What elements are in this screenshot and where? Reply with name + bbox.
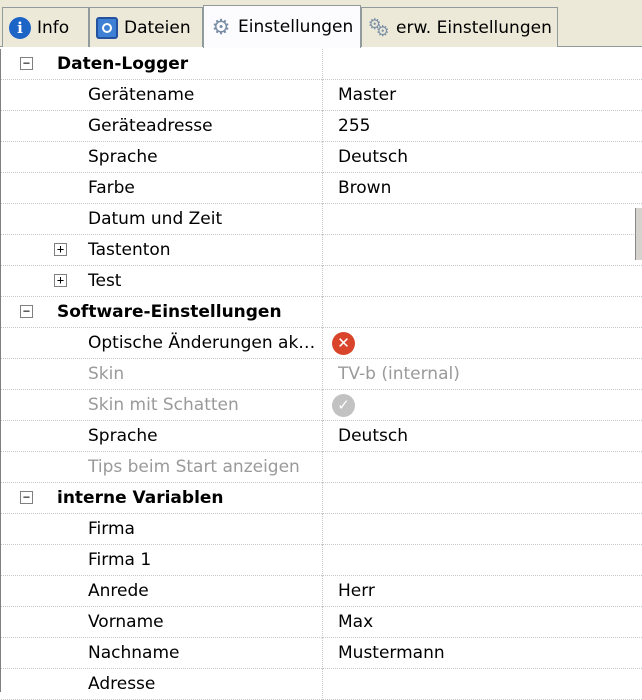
- tab-einstellungen-label: Einstellungen: [238, 17, 354, 37]
- property-row[interactable]: Optische Änderungen ak… ✕: [1, 328, 642, 359]
- name-cell: Optische Änderungen ak…: [1, 328, 323, 359]
- tab-erw-einstellungen[interactable]: ⚙ ⚙ erw. Einstellungen: [361, 7, 558, 47]
- info-icon: i: [9, 16, 31, 39]
- name-cell: − Software-Einstellungen: [1, 297, 323, 328]
- property-label: Sprache: [88, 426, 158, 446]
- files-icon: [96, 16, 118, 39]
- tab-dateien[interactable]: Dateien: [89, 7, 203, 47]
- property-label: Nachname: [88, 643, 180, 663]
- property-label: Adresse: [88, 674, 156, 694]
- property-value[interactable]: Deutsch: [338, 142, 408, 173]
- collapse-icon[interactable]: −: [20, 305, 33, 318]
- tab-erw-einstellungen-label: erw. Einstellungen: [396, 17, 552, 38]
- category-row[interactable]: − Software-Einstellungen: [1, 297, 642, 328]
- name-cell: Firma 1: [1, 545, 323, 576]
- expand-icon[interactable]: +: [54, 243, 67, 256]
- property-row[interactable]: Vorname Max: [1, 607, 642, 638]
- edit-button[interactable]: [635, 208, 642, 235]
- property-label: Vorname: [88, 612, 164, 632]
- property-value[interactable]: Herr: [338, 576, 375, 607]
- property-row[interactable]: Farbe Brown: [1, 173, 642, 204]
- property-label: Geräteadresse: [88, 116, 213, 136]
- property-value[interactable]: 255: [338, 111, 370, 142]
- tab-einstellungen[interactable]: ⚙ Einstellungen: [203, 5, 361, 48]
- gears-icon: ⚙ ⚙: [368, 14, 390, 40]
- property-label: Firma: [88, 519, 135, 539]
- name-cell: − Daten-Logger: [1, 49, 323, 80]
- property-label: Datum und Zeit: [88, 209, 223, 229]
- name-cell: Tips beim Start anzeigen: [1, 452, 323, 483]
- edit-button[interactable]: [635, 235, 642, 260]
- property-label: Tips beim Start anzeigen: [88, 457, 300, 477]
- property-label: Skin: [88, 364, 125, 384]
- property-value[interactable]: Deutsch: [338, 421, 408, 452]
- category-label: interne Variablen: [57, 488, 224, 508]
- subcategory-row[interactable]: + Test: [1, 266, 642, 297]
- property-label: Optische Änderungen ak…: [88, 333, 316, 353]
- name-cell: Datum und Zeit: [1, 204, 323, 235]
- tab-bar: i Info Dateien ⚙ Einstellungen ⚙ ⚙ erw. …: [0, 0, 642, 48]
- property-row[interactable]: Tips beim Start anzeigen: [1, 452, 642, 483]
- tab-info[interactable]: i Info: [2, 7, 89, 47]
- category-row[interactable]: − interne Variablen: [1, 483, 642, 514]
- property-row[interactable]: Gerätename Master: [1, 80, 642, 111]
- name-cell: Skin: [1, 359, 323, 390]
- property-row[interactable]: Skin mit Schatten ✓: [1, 390, 642, 421]
- tab-dateien-label: Dateien: [124, 17, 191, 38]
- expand-icon[interactable]: +: [54, 274, 67, 287]
- category-label: Daten-Logger: [57, 54, 189, 74]
- name-cell: + Tastenton: [1, 235, 323, 266]
- property-label: Sprache: [88, 147, 158, 167]
- name-cell: Sprache: [1, 142, 323, 173]
- red-x-icon[interactable]: ✕: [332, 332, 355, 355]
- name-cell: Skin mit Schatten: [1, 390, 323, 421]
- property-value[interactable]: Master: [338, 80, 396, 111]
- name-cell: Nachname: [1, 638, 323, 669]
- grey-check-icon[interactable]: ✓: [332, 394, 355, 417]
- property-label: Anrede: [88, 581, 149, 601]
- name-cell: Farbe: [1, 173, 323, 204]
- property-row[interactable]: Firma 1: [1, 545, 642, 576]
- property-row[interactable]: Datum und Zeit: [1, 204, 642, 235]
- collapse-icon[interactable]: −: [20, 57, 33, 70]
- name-cell: − interne Variablen: [1, 483, 323, 514]
- name-cell: Adresse: [1, 669, 323, 700]
- property-value[interactable]: TV-b (internal): [338, 359, 460, 390]
- property-row[interactable]: Skin TV-b (internal): [1, 359, 642, 390]
- property-label: Firma 1: [88, 550, 152, 570]
- property-label: Skin mit Schatten: [88, 395, 239, 415]
- property-label: Test: [88, 271, 122, 291]
- property-label: Gerätename: [88, 85, 195, 105]
- name-cell: Firma: [1, 514, 323, 545]
- property-grid: − Daten-Logger Gerätename Master Gerätea…: [0, 49, 642, 700]
- property-row[interactable]: Sprache Deutsch: [1, 142, 642, 173]
- property-label: Tastenton: [88, 240, 171, 260]
- gear-icon: ⚙: [211, 15, 231, 39]
- name-cell: Geräteadresse: [1, 111, 323, 142]
- name-cell: Anrede: [1, 576, 323, 607]
- category-label: Software-Einstellungen: [57, 302, 282, 322]
- property-value[interactable]: Max: [338, 607, 373, 638]
- subcategory-row[interactable]: + Tastenton: [1, 235, 642, 266]
- property-row[interactable]: Geräteadresse 255: [1, 111, 642, 142]
- name-cell: Vorname: [1, 607, 323, 638]
- property-label: Farbe: [88, 178, 135, 198]
- property-row[interactable]: Anrede Herr: [1, 576, 642, 607]
- property-row[interactable]: Firma: [1, 514, 642, 545]
- property-value[interactable]: Mustermann: [338, 638, 445, 669]
- category-row[interactable]: − Daten-Logger: [1, 49, 642, 80]
- name-cell: Gerätename: [1, 80, 323, 111]
- name-cell: Sprache: [1, 421, 323, 452]
- property-value[interactable]: Brown: [338, 173, 391, 204]
- tab-info-label: Info: [37, 17, 70, 38]
- property-row[interactable]: Nachname Mustermann: [1, 638, 642, 669]
- collapse-icon[interactable]: −: [20, 491, 33, 504]
- name-cell: + Test: [1, 266, 323, 297]
- property-row[interactable]: Sprache Deutsch: [1, 421, 642, 452]
- property-row[interactable]: Adresse: [1, 669, 642, 700]
